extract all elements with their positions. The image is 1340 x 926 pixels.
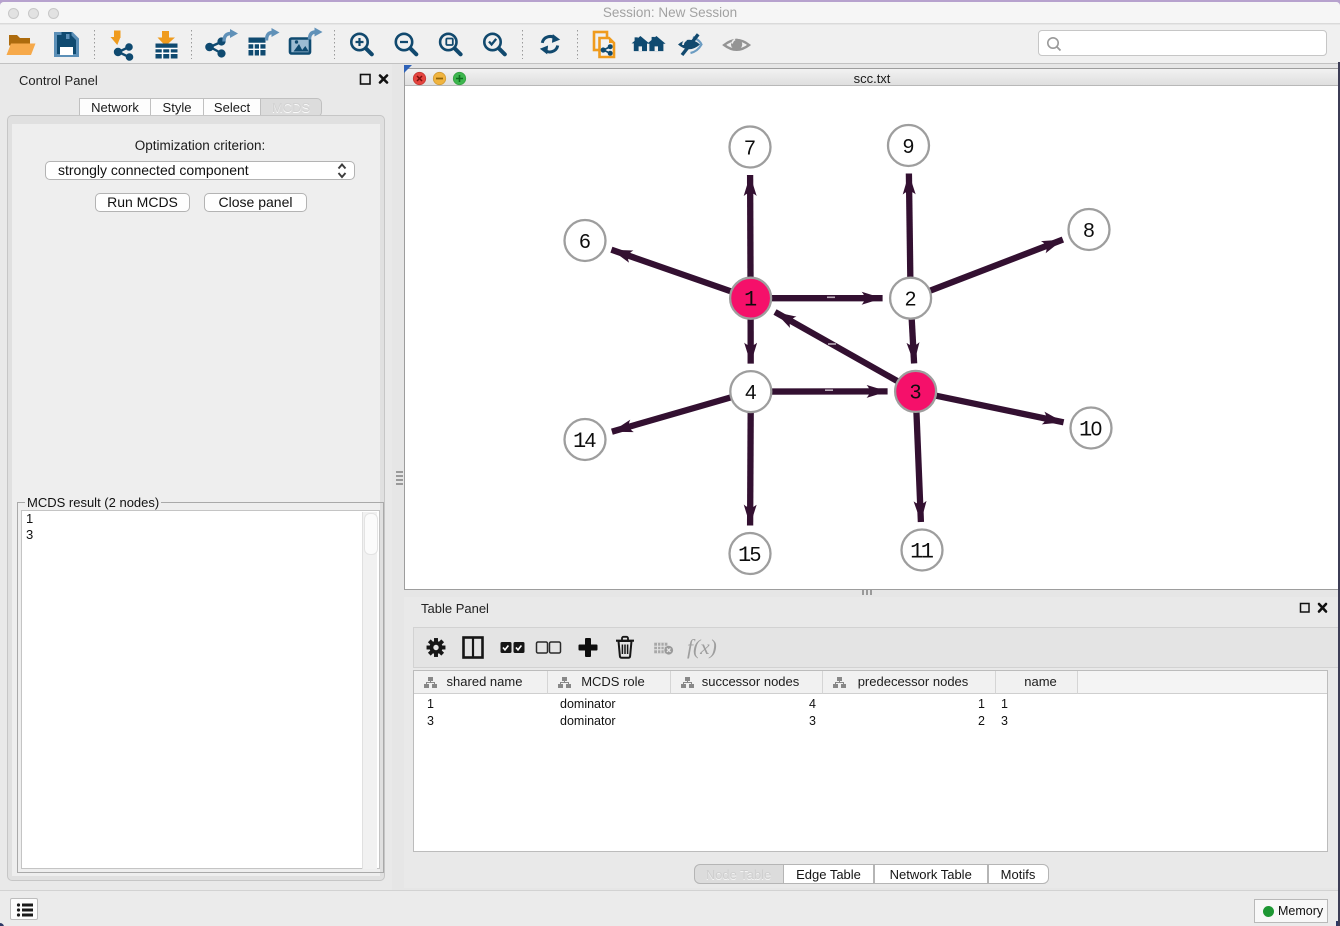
- svg-text:4: 4: [745, 381, 756, 404]
- svg-text:9: 9: [903, 135, 914, 158]
- svg-text:7: 7: [744, 136, 755, 159]
- svg-text:1: 1: [921, 539, 934, 564]
- svg-text:3: 3: [910, 381, 921, 404]
- svg-text:8: 8: [1083, 219, 1094, 242]
- svg-text:6: 6: [579, 230, 590, 253]
- svg-text:4: 4: [585, 429, 596, 452]
- svg-text:1: 1: [744, 288, 757, 313]
- svg-text:5: 5: [750, 543, 761, 566]
- svg-text:0: 0: [1091, 417, 1102, 440]
- svg-text:2: 2: [905, 288, 916, 311]
- svg-text:f(x): f(x): [687, 635, 717, 659]
